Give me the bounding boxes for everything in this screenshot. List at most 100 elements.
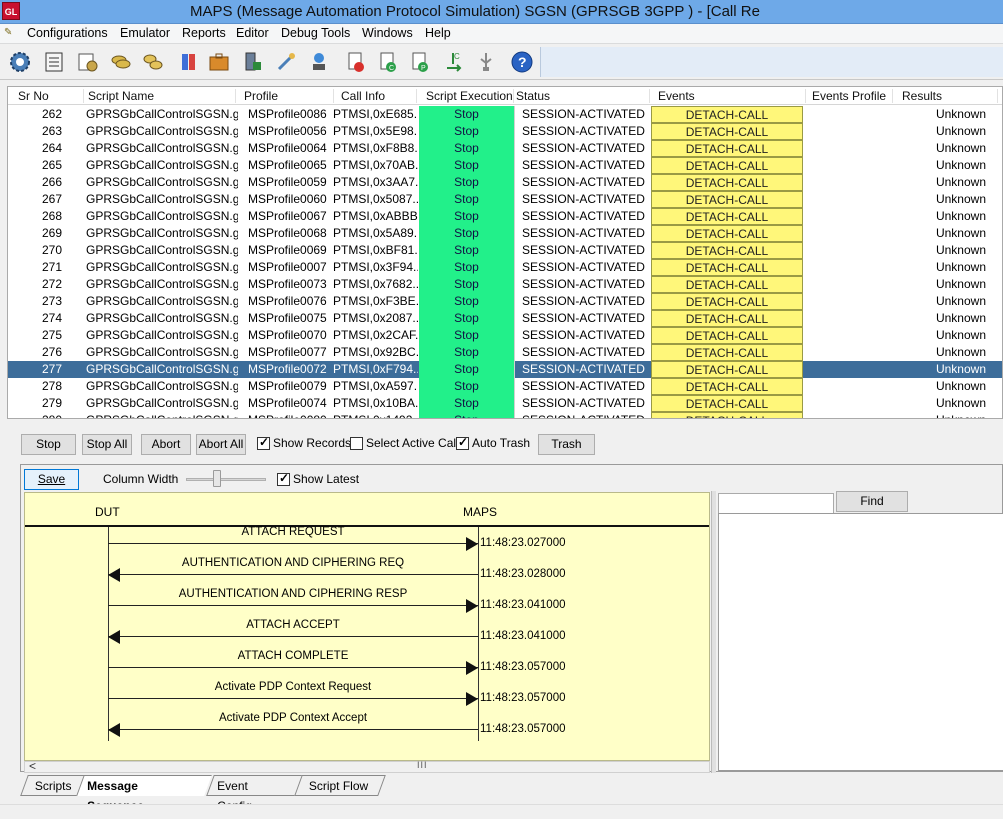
cell-events[interactable]: DETACH-CALL [651,208,803,225]
table-row[interactable]: 266 GPRSGbCallControlSGSN.gls MSProfile005… [8,174,1002,191]
cell-events[interactable]: DETACH-CALL [651,276,803,293]
cell-script-execution[interactable]: Stop [419,174,515,191]
cell-events[interactable]: DETACH-CALL [651,378,803,395]
cell-events[interactable]: DETACH-CALL [651,395,803,412]
tools-icon[interactable] [272,48,300,76]
table-row[interactable]: 271 GPRSGbCallControlSGSN.gls MSProfile000… [8,259,1002,276]
col-events-profile[interactable]: Events Profile [808,89,893,103]
doc-green-p-icon[interactable]: P [406,48,434,76]
cell-script-execution[interactable]: Stop [419,293,515,310]
find-button[interactable]: Find [836,491,908,512]
network-icon[interactable] [305,48,333,76]
column-width-thumb[interactable] [213,470,221,487]
col-results[interactable]: Results [898,89,998,103]
col-script-execution[interactable]: Script Execution [422,89,514,103]
tab-script-flow[interactable]: Script Flow [294,775,386,796]
tab-scripts[interactable]: Scripts [20,775,84,796]
col-call-info[interactable]: Call Info [337,89,417,103]
cell-script-execution[interactable]: Stop [419,225,515,242]
table-row[interactable]: 278 GPRSGbCallControlSGSN.gls MSProfile007… [8,378,1002,395]
cell-script-execution[interactable]: Stop [419,191,515,208]
cell-script-execution[interactable]: Stop [419,242,515,259]
auto-trash-checkbox[interactable]: Auto Trash [456,435,530,450]
table-row[interactable]: 280 GPRSGbCallControlSGSN.gls MSProfile008… [8,412,1002,418]
cell-script-execution[interactable]: Stop [419,412,515,418]
scroll-grip[interactable]: III [417,760,428,770]
table-row[interactable]: 265 GPRSGbCallControlSGSN.gls MSProfile006… [8,157,1002,174]
find-input[interactable] [718,493,834,514]
cell-events[interactable]: DETACH-CALL [651,191,803,208]
sequence-hscroll[interactable]: < III [24,759,710,773]
coins2-icon[interactable] [139,48,167,76]
cell-events[interactable]: DETACH-CALL [651,412,803,418]
cell-script-execution[interactable]: Stop [419,395,515,412]
cell-script-execution[interactable]: Stop [419,327,515,344]
mdi-child-icon[interactable]: ✎ [4,27,16,39]
cell-script-execution[interactable]: Stop [419,361,515,378]
table-row[interactable]: 267 GPRSGbCallControlSGSN.gls MSProfile006… [8,191,1002,208]
abort-all-button[interactable]: Abort All [196,434,246,455]
table-row[interactable]: 275 GPRSGbCallControlSGSN.gls MSProfile007… [8,327,1002,344]
help-icon[interactable]: ? [508,48,536,76]
gear-icon[interactable] [6,48,34,76]
menu-windows[interactable]: Windows [362,26,413,40]
cell-script-execution[interactable]: Stop [419,378,515,395]
cell-events[interactable]: DETACH-CALL [651,157,803,174]
cell-events[interactable]: DETACH-CALL [651,344,803,361]
tab-event-config[interactable]: Event Config [206,775,302,813]
menu-help[interactable]: Help [425,26,451,40]
cell-events[interactable]: DETACH-CALL [651,242,803,259]
stop-button[interactable]: Stop [21,434,76,455]
profile-edit-icon[interactable] [74,48,102,76]
notebook-icon[interactable] [40,48,68,76]
column-width-slider[interactable] [186,478,266,481]
col-events[interactable]: Events [654,89,806,103]
menu-reports[interactable]: Reports [182,26,226,40]
show-records-check[interactable] [257,435,270,450]
cell-events[interactable]: DETACH-CALL [651,123,803,140]
table-row[interactable]: 264 GPRSGbCallControlSGSN.gls MSProfile006… [8,140,1002,157]
table-row[interactable]: 273 GPRSGbCallControlSGSN.gls MSProfile007… [8,293,1002,310]
col-status[interactable]: Status [512,89,650,103]
cell-events[interactable]: DETACH-CALL [651,174,803,191]
cell-script-execution[interactable]: Stop [419,276,515,293]
usb-icon[interactable] [472,48,500,76]
col-script-name[interactable]: Script Name [84,89,236,103]
cell-script-execution[interactable]: Stop [419,106,515,123]
cell-script-execution[interactable]: Stop [419,140,515,157]
select-active-call-check[interactable] [350,436,363,450]
phone-lock-icon[interactable] [238,48,266,76]
menu-emulator[interactable]: Emulator [120,26,170,40]
cell-events[interactable]: DETACH-CALL [651,327,803,344]
cell-script-execution[interactable]: Stop [419,123,515,140]
briefcase-icon[interactable] [205,48,233,76]
abort-button[interactable]: Abort [141,434,191,455]
cell-events[interactable]: DETACH-CALL [651,361,803,378]
table-row[interactable]: 277 GPRSGbCallControlSGSN.gls MSProfile007… [8,361,1002,378]
col-profile[interactable]: Profile [240,89,334,103]
table-row[interactable]: 272 GPRSGbCallControlSGSN.gls MSProfile007… [8,276,1002,293]
table-row[interactable]: 269 GPRSGbCallControlSGSN.gls MSProfile006… [8,225,1002,242]
cell-events[interactable]: DETACH-CALL [651,106,803,123]
trash-button[interactable]: Trash [538,434,595,455]
cell-events[interactable]: DETACH-CALL [651,225,803,242]
save-button[interactable]: Save [24,469,79,490]
select-active-call-checkbox[interactable]: Select Active Call [350,436,459,450]
menu-debug-tools[interactable]: Debug Tools [281,26,350,40]
cell-script-execution[interactable]: Stop [419,310,515,327]
panel-splitter[interactable] [711,491,716,773]
cell-script-execution[interactable]: Stop [419,157,515,174]
table-row[interactable]: 279 GPRSGbCallControlSGSN.gls MSProfile007… [8,395,1002,412]
coins-icon[interactable] [107,48,135,76]
cell-events[interactable]: DETACH-CALL [651,259,803,276]
cell-script-execution[interactable]: Stop [419,344,515,361]
table-row[interactable]: 274 GPRSGbCallControlSGSN.gls MSProfile007… [8,310,1002,327]
menu-configurations[interactable]: Configurations [27,26,108,40]
scroll-left-arrow[interactable]: < [29,759,36,773]
table-row[interactable]: 262 GPRSGbCallControlSGSN.gls MSProfile008… [8,106,1002,123]
stop-all-button[interactable]: Stop All [82,434,132,455]
col-sr-no[interactable]: Sr No [14,89,84,103]
tab-message-sequence[interactable]: Message Sequence [76,775,212,813]
table-row[interactable]: 268 GPRSGbCallControlSGSN.gls MSProfile006… [8,208,1002,225]
auto-trash-check[interactable] [456,435,469,450]
